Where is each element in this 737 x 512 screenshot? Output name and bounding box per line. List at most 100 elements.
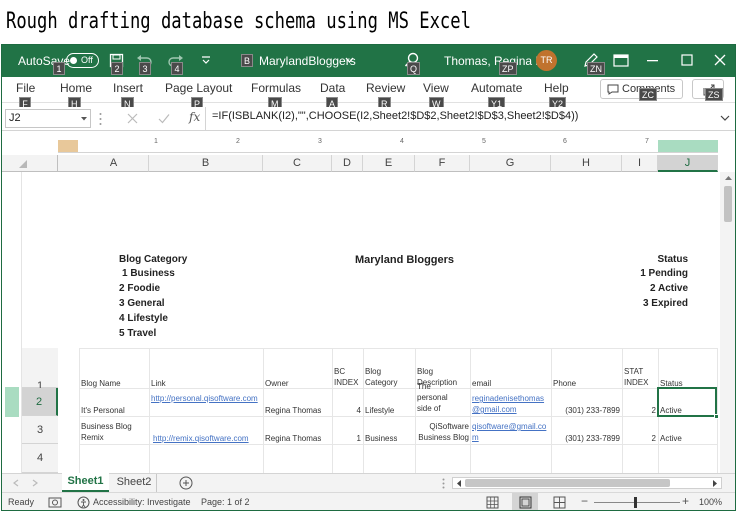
zoom-level[interactable]: 100% <box>699 497 722 507</box>
scroll-up-icon[interactable] <box>724 175 733 181</box>
page-break-preview-icon[interactable] <box>553 496 566 509</box>
maximize-icon[interactable] <box>681 54 693 66</box>
sheet-tab-sheet2[interactable]: Sheet2 <box>112 474 157 492</box>
ruler-mark: 4 <box>400 138 404 145</box>
col-header-b[interactable]: B <box>149 155 263 172</box>
minimize-icon[interactable] <box>647 60 659 62</box>
header-cell-blog-name[interactable]: Blog Name <box>81 378 121 389</box>
col-header-a[interactable]: A <box>79 155 149 172</box>
scroll-thumb[interactable] <box>724 186 732 222</box>
select-all-corner[interactable] <box>2 155 58 172</box>
formula-input[interactable]: =IF(ISBLANK(I2),"",CHOOSE(I2,Sheet2!$D$2… <box>212 110 578 122</box>
tab-home[interactable]: Home <box>60 81 92 95</box>
close-icon[interactable] <box>714 54 726 66</box>
ruler-mark: 3 <box>318 138 322 145</box>
macro-record-icon[interactable] <box>48 496 62 509</box>
page-header-area[interactable]: Blog Category 1 Business 2 Foodie 3 Gene… <box>58 172 718 348</box>
header-cell-phone[interactable]: Phone <box>553 378 576 389</box>
zoom-out-button[interactable]: − <box>581 494 588 508</box>
confirm-entry-icon[interactable] <box>158 113 170 124</box>
zoom-slider-thumb[interactable] <box>634 497 637 508</box>
insert-function-button[interactable]: fx <box>189 110 200 124</box>
name-box[interactable]: J2 <box>5 109 91 128</box>
header-cell-blog-category[interactable]: Blog Category <box>365 366 405 388</box>
cell-a2[interactable]: It's Personal <box>81 406 125 415</box>
fill-handle[interactable] <box>714 414 719 419</box>
cell-h3[interactable]: (301) 233-7899 <box>553 434 620 443</box>
active-cell-selection[interactable] <box>657 387 719 419</box>
avatar[interactable]: TR <box>536 50 557 71</box>
scroll-sheets-right-icon[interactable] <box>32 479 39 487</box>
header-cell-bc-index[interactable]: BC INDEX <box>334 366 362 388</box>
chevron-down-icon[interactable] <box>345 57 354 64</box>
tab-formulas[interactable]: Formulas <box>251 81 301 95</box>
tab-automate[interactable]: Automate <box>471 81 522 95</box>
tab-split-grip-icon[interactable] <box>442 478 445 489</box>
col-header-e[interactable]: E <box>363 155 415 172</box>
col-header-c[interactable]: C <box>263 155 332 172</box>
row-header-2[interactable]: 2 <box>22 388 58 416</box>
cell-d2[interactable]: 4 <box>334 406 361 415</box>
header-cell-owner[interactable]: Owner <box>265 378 289 389</box>
h-scroll-thumb[interactable] <box>465 479 670 487</box>
normal-view-icon[interactable] <box>486 496 499 509</box>
customize-qat-icon[interactable] <box>201 56 211 65</box>
vertical-scrollbar[interactable] <box>720 172 735 473</box>
col-header-f[interactable]: F <box>415 155 470 172</box>
cell-e2[interactable]: Lifestyle <box>365 406 394 415</box>
scroll-right-icon[interactable] <box>712 480 718 487</box>
tab-insert[interactable]: Insert <box>113 81 143 95</box>
tab-page-layout[interactable]: Page Layout <box>165 81 232 95</box>
col-header-i[interactable]: I <box>622 155 658 172</box>
sheet-tab-sheet1[interactable]: Sheet1 <box>62 473 109 492</box>
row-header-1[interactable]: 1 <box>22 348 58 392</box>
add-sheet-icon[interactable] <box>179 476 193 490</box>
user-name[interactable]: Thomas, Regina D <box>444 54 544 68</box>
cell-j3[interactable]: Active <box>660 434 682 443</box>
cell-g2[interactable]: reginadenisethomas@gmail.com <box>472 393 550 415</box>
col-header-g[interactable]: G <box>470 155 551 172</box>
cell-b2[interactable]: http://personal.qisoftware.com <box>151 393 261 404</box>
col-header-h[interactable]: H <box>551 155 622 172</box>
status-accessibility[interactable]: Accessibility: Investigate <box>93 497 191 507</box>
cell-d3[interactable]: 1 <box>334 434 361 443</box>
autosave-toggle[interactable]: Off <box>66 53 99 68</box>
gridline <box>622 348 623 473</box>
cell-h2[interactable]: (301) 233-7899 <box>553 406 620 415</box>
horizontal-scrollbar[interactable] <box>452 477 722 489</box>
tab-data[interactable]: Data <box>320 81 345 95</box>
row-header-3[interactable]: 3 <box>22 416 58 444</box>
accessibility-icon[interactable] <box>77 496 90 509</box>
keytip-autosave: 1 <box>53 62 65 75</box>
tab-file[interactable]: File <box>16 81 35 95</box>
cell-c2[interactable]: Regina Thomas <box>265 406 321 415</box>
cell-i3[interactable]: 2 <box>624 434 656 443</box>
zoom-slider-track[interactable] <box>594 502 680 503</box>
tab-review[interactable]: Review <box>366 81 405 95</box>
tab-view[interactable]: View <box>423 81 449 95</box>
cell-g3[interactable]: qisoftware@gmail.com <box>472 421 550 443</box>
header-cell-email[interactable]: email <box>472 378 491 389</box>
scroll-left-icon[interactable] <box>456 480 462 487</box>
page-layout-view-button[interactable] <box>512 493 538 510</box>
tab-help[interactable]: Help <box>544 81 569 95</box>
file-name[interactable]: MarylandBloggers <box>259 54 356 68</box>
cell-f2[interactable]: The personal side of business. <box>417 381 463 416</box>
zoom-in-button[interactable]: + <box>682 494 689 508</box>
cell-f3[interactable]: QiSoftware Business Blog <box>417 421 469 443</box>
ribbon-display-icon[interactable] <box>613 54 629 67</box>
col-header-d[interactable]: D <box>332 155 363 172</box>
cell-e3[interactable]: Business <box>365 434 397 443</box>
cell-i2[interactable]: 2 <box>624 406 656 415</box>
name-box-dropdown-icon[interactable] <box>80 116 88 122</box>
cell-c3[interactable]: Regina Thomas <box>265 434 321 443</box>
scroll-sheets-left-icon[interactable] <box>12 479 19 487</box>
header-cell-stat-index[interactable]: STAT INDEX <box>624 366 656 388</box>
cancel-entry-icon[interactable] <box>127 113 138 124</box>
expand-formula-bar-icon[interactable] <box>720 115 730 122</box>
cell-b3[interactable]: http://remix.qisoftware.com <box>153 434 249 443</box>
col-header-j[interactable]: J <box>658 155 718 172</box>
cell-a3[interactable]: Business Blog Remix <box>81 421 147 443</box>
row-header-4[interactable]: 4 <box>22 444 58 473</box>
header-cell-link[interactable]: Link <box>151 378 166 389</box>
